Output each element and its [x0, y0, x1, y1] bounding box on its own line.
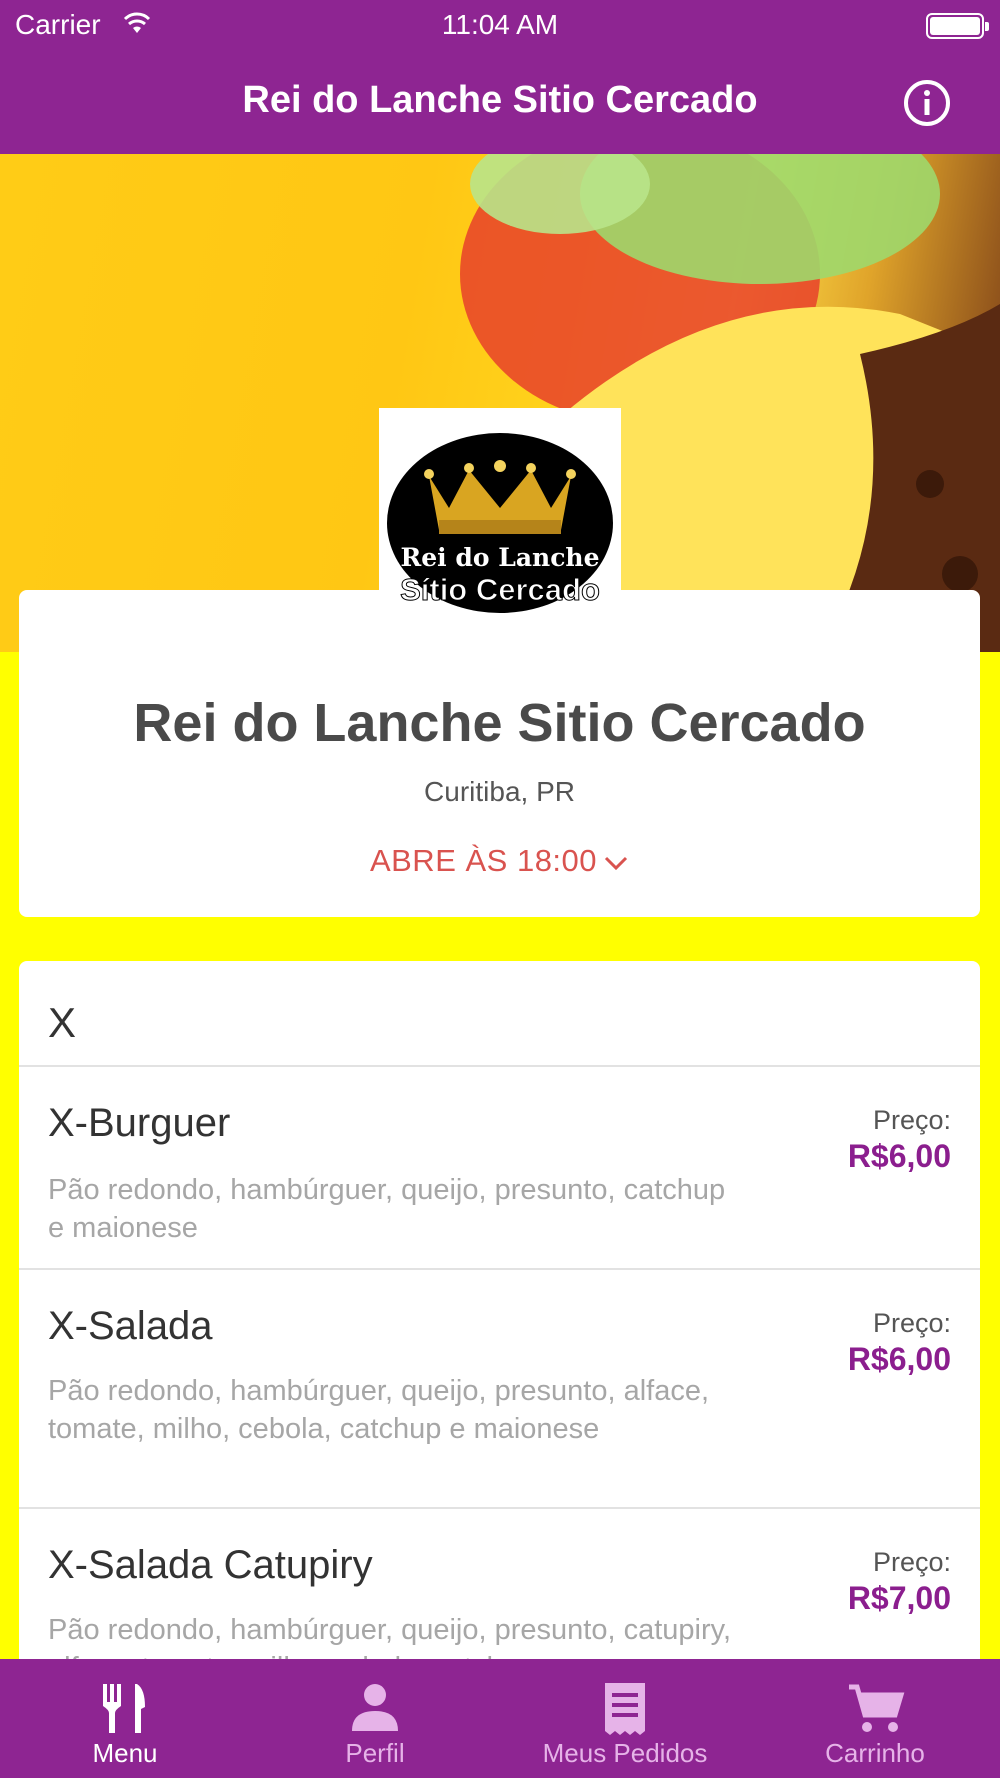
menu-section-header: X	[19, 961, 980, 1067]
menu-item[interactable]: X-Salada Pão redondo, hambúrguer, queijo…	[19, 1270, 980, 1509]
item-name: X-Burguer	[48, 1101, 231, 1145]
restaurant-logo: Rei do Lanche Sítio Cercado	[379, 408, 621, 648]
receipt-icon	[605, 1683, 645, 1735]
person-icon	[352, 1684, 398, 1731]
restaurant-city: Curitiba, PR	[424, 776, 575, 807]
tab-carrinho[interactable]: Carrinho	[750, 1659, 1000, 1778]
price-label: Preço:	[872, 1547, 951, 1577]
cart-icon	[849, 1684, 905, 1732]
fork-knife-icon	[103, 1684, 145, 1733]
price-label: Preço:	[872, 1105, 951, 1135]
opening-hours-label: ABRE ÀS 18:00	[369, 843, 598, 878]
section-title: X	[48, 999, 77, 1046]
restaurant-name: Rei do Lanche Sitio Cercado	[133, 693, 866, 753]
menu-list: X X-Burguer Pão redondo, hambúrguer, que…	[19, 961, 980, 1661]
svg-text:Sítio Cercado: Sítio Cercado	[400, 572, 600, 607]
item-price: R$7,00	[847, 1580, 951, 1616]
chevron-down-icon	[604, 856, 628, 870]
status-bar: Carrier 11:04 AM	[0, 0, 1000, 50]
tab-label: Perfil	[345, 1738, 405, 1768]
item-description: Pão redondo, hambúrguer, queijo, presunt…	[48, 1614, 732, 1661]
status-time: 11:04 AM	[441, 9, 559, 40]
nav-bar: Rei do Lanche Sitio Cercado	[0, 50, 1000, 154]
battery-icon	[926, 13, 989, 39]
price-label: Preço:	[872, 1308, 951, 1338]
tab-perfil[interactable]: Perfil	[250, 1659, 500, 1778]
item-description: Pão redondo, hambúrguer, queijo, presunt…	[48, 1375, 710, 1445]
item-price: R$6,00	[847, 1138, 951, 1174]
item-description: Pão redondo, hambúrguer, queijo, presunt…	[48, 1174, 726, 1244]
item-price: R$6,00	[847, 1341, 951, 1377]
item-name: X-Salada Catupiry	[48, 1543, 373, 1587]
tab-label: Menu	[92, 1738, 158, 1768]
info-icon[interactable]	[902, 78, 952, 128]
tab-bar: Menu Perfil Meus Pedidos Carrinho	[0, 1659, 1000, 1778]
nav-title: Rei do Lanche Sitio Cercado	[242, 79, 758, 121]
tab-label: Meus Pedidos	[542, 1738, 708, 1768]
menu-item[interactable]: X-Salada Catupiry Pão redondo, hambúrgue…	[19, 1509, 980, 1661]
svg-text:Rei do Lanche: Rei do Lanche	[401, 543, 600, 572]
menu-item[interactable]: X-Burguer Pão redondo, hambúrguer, queij…	[19, 1067, 980, 1270]
tab-menu[interactable]: Menu	[0, 1659, 250, 1778]
tab-label: Carrinho	[825, 1738, 925, 1768]
item-name: X-Salada	[48, 1304, 213, 1348]
opening-hours-toggle[interactable]: ABRE ÀS 18:00	[19, 843, 980, 879]
tab-meus-pedidos[interactable]: Meus Pedidos	[500, 1659, 750, 1778]
